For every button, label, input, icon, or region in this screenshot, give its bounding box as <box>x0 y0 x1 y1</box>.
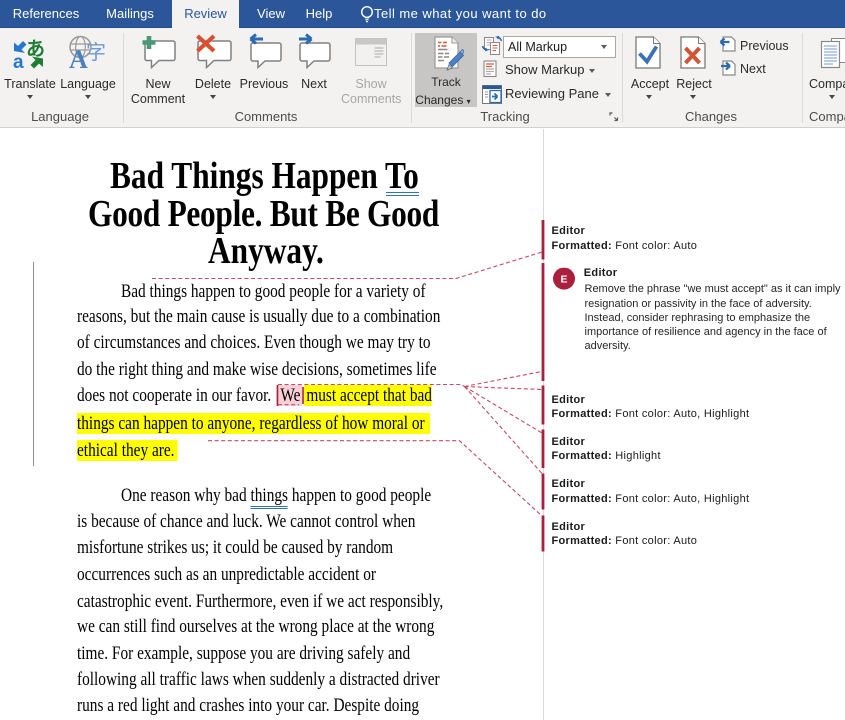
svg-text:E: E <box>560 273 567 285</box>
